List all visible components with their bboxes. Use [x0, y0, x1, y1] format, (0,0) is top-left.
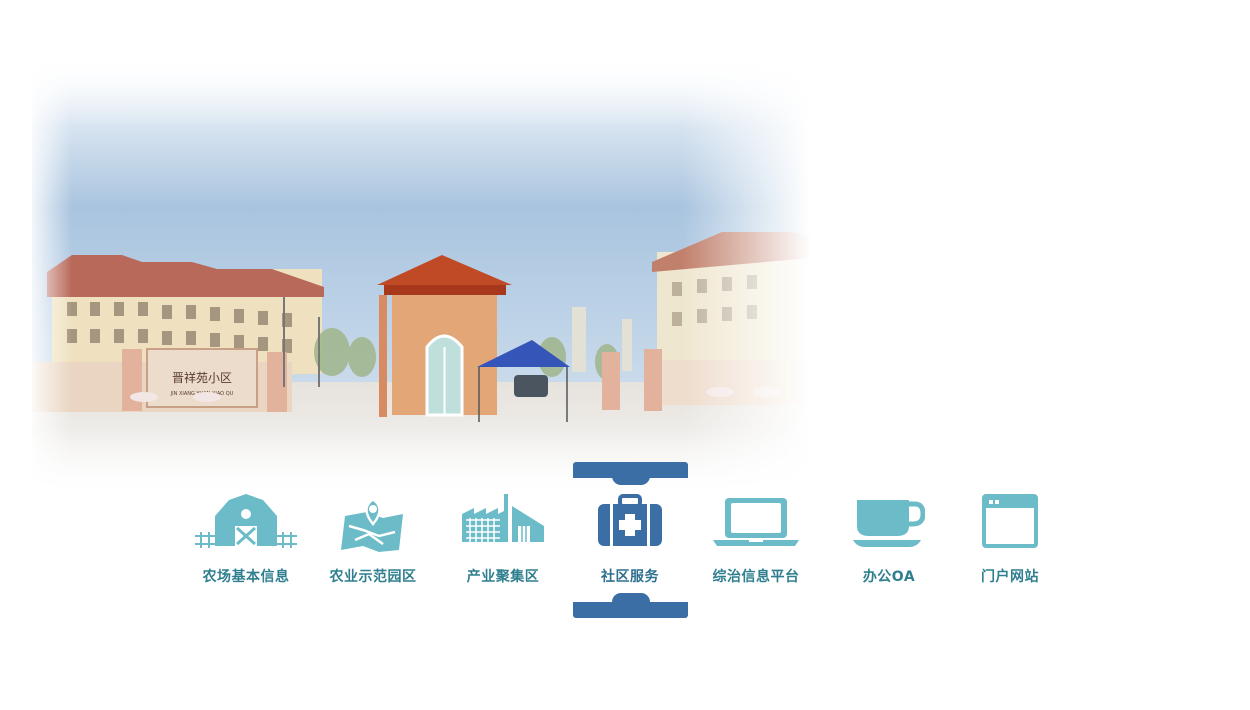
hero-banner: 晋祥苑小区 JIN XIANG YUAN XIAO QU — [32, 57, 822, 487]
browser-window-icon — [982, 494, 1038, 548]
nav-item-label: 办公OA — [862, 569, 916, 585]
laptop-icon — [713, 498, 799, 546]
nav-item-community-service[interactable]: 社区服务 — [570, 478, 690, 603]
active-tab-bottom-marker — [573, 593, 688, 618]
coffee-cup-icon — [853, 500, 925, 547]
community-sign-text: 晋祥苑小区 — [172, 371, 232, 385]
active-tab-top-marker — [573, 462, 688, 485]
nav-item-label: 综治信息平台 — [712, 569, 800, 585]
medical-kit-icon — [598, 494, 662, 546]
factory-icon — [462, 494, 544, 542]
nav-item-agriculture-park[interactable]: 农业示范园区 — [313, 478, 433, 603]
nav-item-label: 农业示范园区 — [329, 569, 417, 585]
main-nav: 农场基本信息 农业示范园区 产业聚集区 社区服务 综治信息平台 办公OA 门户网… — [148, 478, 1068, 603]
map-pin-icon — [341, 498, 403, 552]
nav-item-office-oa[interactable]: 办公OA — [829, 478, 949, 603]
nav-item-label: 门户网站 — [981, 569, 1039, 585]
nav-item-industry-cluster[interactable]: 产业聚集区 — [443, 478, 563, 603]
nav-item-label: 社区服务 — [601, 569, 659, 585]
nav-item-farm-info[interactable]: 农场基本信息 — [186, 478, 306, 603]
nav-item-label: 农场基本信息 — [202, 569, 290, 585]
nav-item-governance-platform[interactable]: 综治信息平台 — [696, 478, 816, 603]
nav-item-portal-website[interactable]: 门户网站 — [950, 478, 1070, 603]
nav-item-label: 产业聚集区 — [466, 569, 540, 585]
barn-icon — [195, 494, 297, 548]
